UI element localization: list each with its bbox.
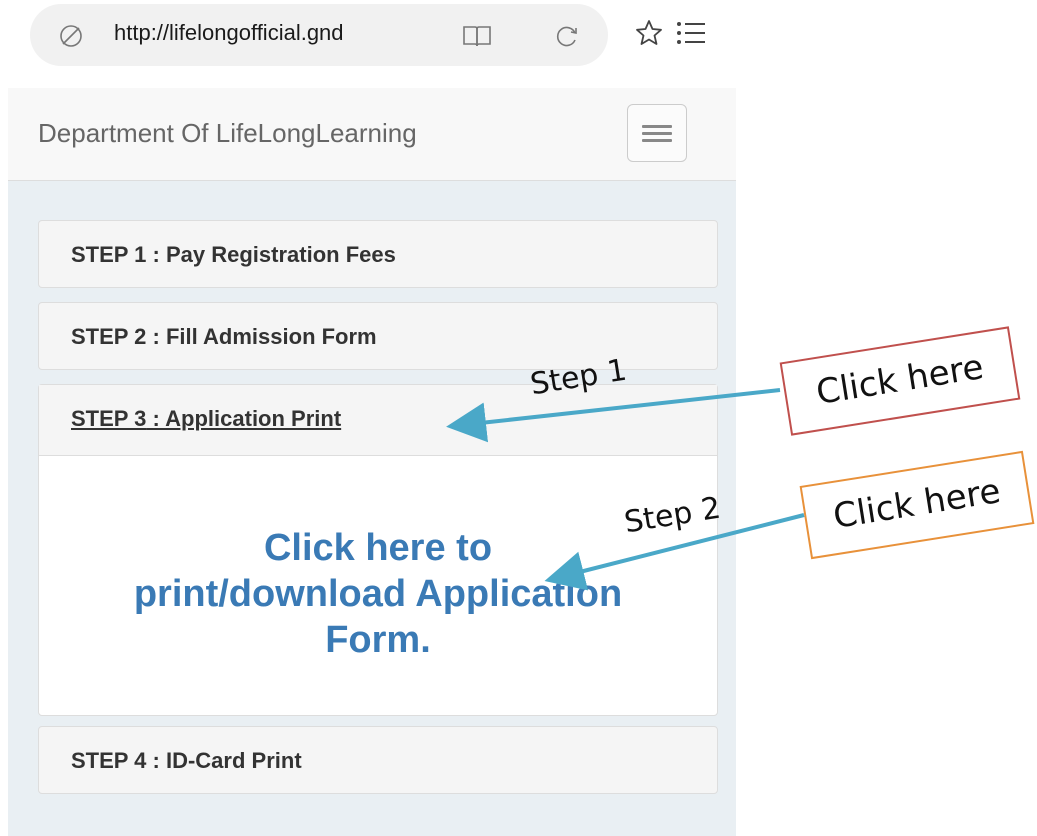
- callout-click-here-2: Click here: [799, 450, 1035, 560]
- lock-icon[interactable]: [58, 23, 84, 49]
- website-viewport: Department Of LifeLongLearning STEP 1 : …: [8, 88, 736, 836]
- screenshot: http://lifelongofficial.gnd Department O…: [0, 0, 1037, 836]
- step-3-panel: STEP 3 : Application Print Click here to…: [38, 384, 718, 716]
- step-4-title[interactable]: STEP 4 : ID-Card Print: [71, 748, 302, 774]
- step-3-title-link[interactable]: STEP 3 : Application Print: [71, 406, 341, 432]
- callout-click-here-1: Click here: [779, 326, 1021, 436]
- download-application-link[interactable]: Click here to print/download Application…: [39, 525, 717, 663]
- address-bar[interactable]: http://lifelongofficial.gnd: [30, 4, 608, 66]
- step-1-title[interactable]: STEP 1 : Pay Registration Fees: [71, 242, 396, 268]
- step-1-panel[interactable]: STEP 1 : Pay Registration Fees: [38, 220, 718, 288]
- nav-toggle-button[interactable]: [627, 104, 687, 162]
- step-3-header[interactable]: STEP 3 : Application Print: [39, 385, 717, 456]
- bookmark-star-icon[interactable]: [634, 18, 664, 48]
- site-brand[interactable]: Department Of LifeLongLearning: [38, 118, 417, 149]
- url-text[interactable]: http://lifelongofficial.gnd: [114, 20, 454, 46]
- menu-list-icon[interactable]: [676, 20, 706, 46]
- hamburger-icon: [642, 125, 672, 128]
- step-4-panel[interactable]: STEP 4 : ID-Card Print: [38, 726, 718, 794]
- refresh-icon[interactable]: [554, 23, 580, 49]
- navbar: Department Of LifeLongLearning: [8, 88, 736, 181]
- reader-view-icon[interactable]: [462, 24, 492, 48]
- step-2-title[interactable]: STEP 2 : Fill Admission Form: [71, 324, 377, 350]
